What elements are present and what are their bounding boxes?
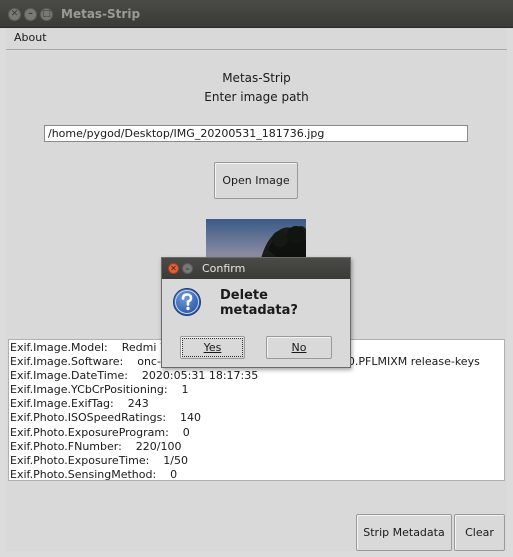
maximize-window-button[interactable]: □ bbox=[40, 8, 53, 21]
clear-button[interactable]: Clear bbox=[454, 514, 505, 551]
metadata-line: Exif.Photo.ISOSpeedRatings: 140 bbox=[10, 411, 202, 425]
menu-about[interactable]: About bbox=[14, 31, 47, 44]
dialog-message: Delete metadata? bbox=[220, 288, 298, 318]
metadata-line: Exif.Photo.ExposureTime: 1/50 bbox=[10, 453, 189, 467]
yes-button[interactable]: Yes bbox=[180, 336, 245, 359]
metadata-line: Exif.Photo.SensingMethod: 0 bbox=[10, 467, 178, 481]
minimize-window-button[interactable]: – bbox=[24, 8, 37, 21]
dialog-title: Confirm bbox=[202, 262, 246, 275]
dialog-close-button[interactable]: ✕ bbox=[168, 263, 179, 274]
metadata-line: Exif.Photo.ExposureProgram: 0 bbox=[10, 425, 190, 439]
menubar: About bbox=[6, 28, 507, 50]
window-title: Metas-Strip bbox=[61, 7, 141, 21]
metadata-line: Exif.Photo.FNumber: 220/100 bbox=[10, 439, 182, 453]
metadata-line: Exif.Image.DateTime: 2020:05:31 18:17:35 bbox=[10, 369, 259, 383]
close-window-button[interactable]: ✕ bbox=[8, 8, 21, 21]
app-name-label: Metas-Strip bbox=[222, 71, 291, 85]
metadata-line: Exif.Image.ExifTag: 243 bbox=[10, 397, 149, 411]
no-button[interactable]: No bbox=[266, 336, 332, 359]
dialog-titlebar: ✕ – Confirm bbox=[162, 258, 350, 279]
open-image-button[interactable]: Open Image bbox=[214, 162, 298, 199]
window-titlebar: ✕ – □ Metas-Strip bbox=[0, 0, 513, 28]
image-path-input[interactable] bbox=[44, 125, 468, 142]
dialog-minimize-button[interactable]: – bbox=[182, 263, 193, 274]
strip-metadata-button[interactable]: Strip Metadata bbox=[356, 514, 452, 551]
metadata-line: Exif.Image.YCbCrPositioning: 1 bbox=[10, 383, 189, 397]
question-icon bbox=[173, 288, 201, 316]
prompt-label: Enter image path bbox=[204, 90, 309, 104]
confirm-dialog: ✕ – Confirm Delete metadata? Yes No bbox=[161, 257, 351, 368]
